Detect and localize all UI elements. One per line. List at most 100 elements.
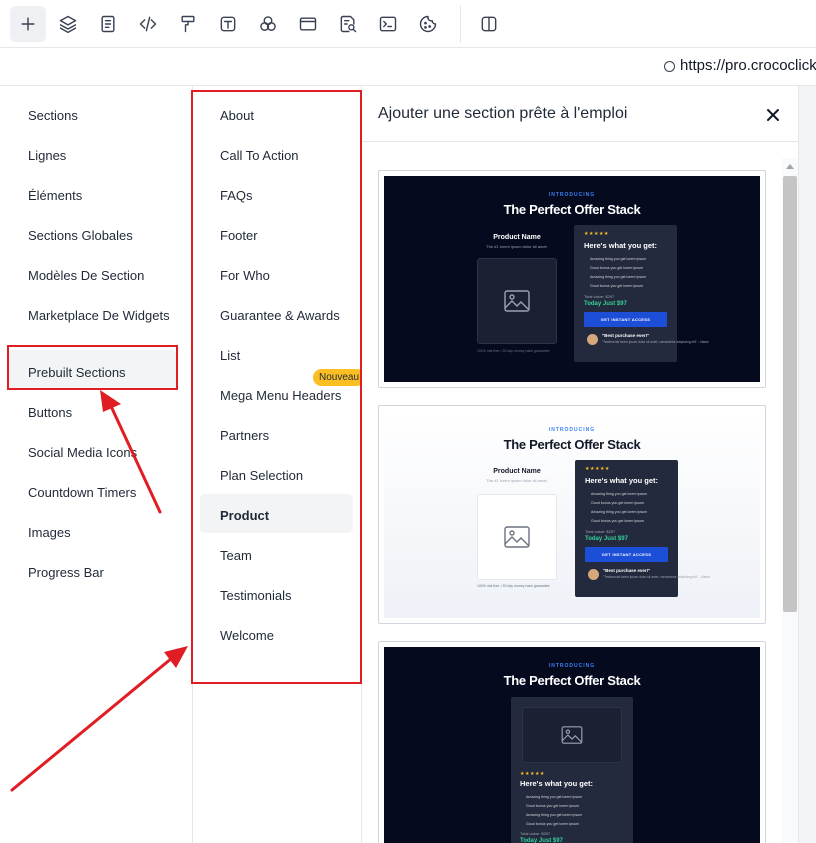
preview-whats-included: Here's what you get: [520, 779, 594, 788]
split-panel-icon [481, 16, 497, 32]
preview-bullet: Amazing thing you get lorem ipsum [591, 510, 648, 514]
preview-stars: ★★★★★ [585, 466, 610, 472]
preview-quote-sub: "Testimonial lorem ipsum dolor sit amet,… [602, 340, 709, 344]
cookie-button[interactable] [410, 6, 446, 42]
element-categories-panel: Sections Lignes Éléments Sections Global… [0, 86, 192, 843]
preview-product-name: Product Name [493, 234, 541, 241]
paint-roller-button[interactable] [170, 6, 206, 42]
template-card[interactable]: INTRODUCING The Perfect Offer Stack ★★★★… [378, 641, 766, 843]
preview-title: The Perfect Offer Stack [503, 673, 641, 688]
preview-bullet: Amazing thing you get lorem ipsum [526, 813, 583, 817]
layers-button[interactable] [50, 6, 86, 42]
preview-product-sub: The #1 lorem ipsum dolor sit amet. [486, 478, 548, 483]
category-elements[interactable]: Éléments [28, 188, 82, 203]
preview-cta: GET INSTANT ACCESS [585, 547, 668, 562]
annotation-box-prebuilt-sections [7, 345, 178, 390]
preview-bullet: Good bonus you get lorem ipsum [591, 519, 644, 523]
category-marketplace-de-widgets[interactable]: Marketplace De Widgets [28, 308, 170, 323]
preview-offer-box: ★★★★★ Here's what you get: Amazing thing… [574, 225, 709, 362]
image-icon [504, 526, 530, 548]
preview-total-value: Total value: $297 [585, 529, 616, 534]
cookie-icon [419, 15, 437, 33]
panel-title: Ajouter une section prête à l'emploi [378, 105, 628, 122]
site-info-icon[interactable] [664, 61, 675, 72]
category-lignes[interactable]: Lignes [28, 148, 66, 163]
preview-bullet: Good bonus you get lorem ipsum [591, 501, 644, 505]
template-card[interactable]: INTRODUCING The Perfect Offer Stack Prod… [378, 405, 766, 624]
preview-stars: ★★★★★ [520, 771, 545, 777]
template-card[interactable]: INTRODUCING The Perfect Offer Stack Prod… [378, 170, 766, 388]
layers-icon [59, 15, 77, 34]
preview-guarantee: 100% risk free • 30 day money back guara… [477, 349, 550, 353]
search-document-icon [340, 15, 357, 33]
search-document-button[interactable] [330, 6, 366, 42]
preview-stars: ★★★★★ [584, 231, 609, 237]
shapes-button[interactable] [250, 6, 286, 42]
preview-bullet: Good bonus you get lorem ipsum [590, 266, 643, 270]
preview-bullet: Good bonus you get lorem ipsum [526, 804, 579, 808]
browser-window-button[interactable] [290, 6, 326, 42]
preview-bullet: Good bonus you get lorem ipsum [526, 822, 579, 826]
page-button[interactable] [90, 6, 126, 42]
split-panel-button[interactable] [471, 6, 507, 42]
template-preview-light: INTRODUCING The Perfect Offer Stack Prod… [384, 411, 760, 618]
preview-bullet: Amazing thing you get lorem ipsum [526, 795, 583, 799]
close-icon [767, 109, 779, 121]
preview-intro: INTRODUCING [548, 663, 596, 669]
add-icon [21, 17, 35, 31]
terminal-button[interactable] [370, 6, 406, 42]
preview-image-placeholder [477, 258, 557, 344]
browser-window-icon [299, 17, 317, 31]
toolbar [0, 0, 816, 48]
code-icon [139, 16, 157, 32]
close-button[interactable] [762, 104, 784, 126]
preview-bullet: Amazing thing you get lorem ipsum [590, 257, 647, 261]
image-icon [504, 290, 530, 312]
preview-today-price: Today Just $97 [584, 301, 627, 307]
preview-offer-box: ★★★★★ Here's what you get: Amazing thing… [511, 697, 633, 843]
preview-bullet: Amazing thing you get lorem ipsum [591, 492, 648, 496]
category-sections-globales[interactable]: Sections Globales [28, 228, 133, 243]
category-modeles-de-section[interactable]: Modèles De Section [28, 268, 144, 283]
section-templates-panel: Ajouter une section prête à l'emploi INT… [362, 86, 816, 843]
category-images[interactable]: Images [28, 525, 71, 540]
text-button[interactable] [210, 6, 246, 42]
code-button[interactable] [130, 6, 166, 42]
image-icon [561, 726, 583, 744]
app: https://pro.crococlick Sections Lignes É… [0, 0, 816, 843]
url-text[interactable]: https://pro.crococlick [680, 57, 816, 74]
preview-whats-included: Here's what you get: [585, 476, 659, 485]
preview-guarantee: 100% risk free • 30 day money back guara… [477, 584, 550, 588]
terminal-icon [379, 16, 397, 32]
preview-intro: INTRODUCING [548, 192, 596, 198]
preview-product-sub: The #1 lorem ipsum dolor sit amet. [486, 244, 548, 249]
preview-total-value: Total value: $297 [584, 294, 615, 299]
preview-bullet: Good bonus you get lorem ipsum [590, 284, 643, 288]
preview-total-value: Total value: $297 [520, 831, 551, 836]
template-preview-dark-stacked: INTRODUCING The Perfect Offer Stack ★★★★… [384, 647, 760, 843]
preview-image-placeholder [522, 707, 622, 763]
preview-bullet: Amazing thing you get lorem ipsum [590, 275, 647, 279]
category-sections[interactable]: Sections [28, 108, 78, 123]
preview-today-price: Today Just $97 [520, 838, 563, 843]
preview-quote-sub: "Testimonial lorem ipsum dolor sit amet,… [603, 575, 710, 579]
preview-intro: INTRODUCING [548, 427, 596, 433]
preview-title: The Perfect Offer Stack [503, 202, 641, 217]
paint-roller-icon [181, 15, 195, 33]
preview-quote: "Best purchase ever!" [603, 568, 651, 573]
scroll-up-arrow-icon[interactable] [786, 164, 794, 169]
preview-whats-included: Here's what you get: [584, 241, 658, 250]
category-countdown-timers[interactable]: Countdown Timers [28, 485, 136, 500]
toolbar-divider [460, 5, 461, 43]
add-button[interactable] [10, 6, 46, 42]
url-bar[interactable]: https://pro.crococlick [0, 48, 816, 86]
text-icon [220, 16, 236, 32]
category-progress-bar[interactable]: Progress Bar [28, 565, 104, 580]
preview-avatar [587, 334, 598, 345]
category-social-media-icons[interactable]: Social Media Icons [28, 445, 137, 460]
category-buttons[interactable]: Buttons [28, 405, 72, 420]
page-icon [101, 15, 115, 33]
annotation-box-section-types [191, 90, 362, 684]
scrollbar-thumb[interactable] [783, 176, 797, 612]
preview-offer-box: ★★★★★ Here's what you get: Amazing thing… [575, 460, 710, 597]
